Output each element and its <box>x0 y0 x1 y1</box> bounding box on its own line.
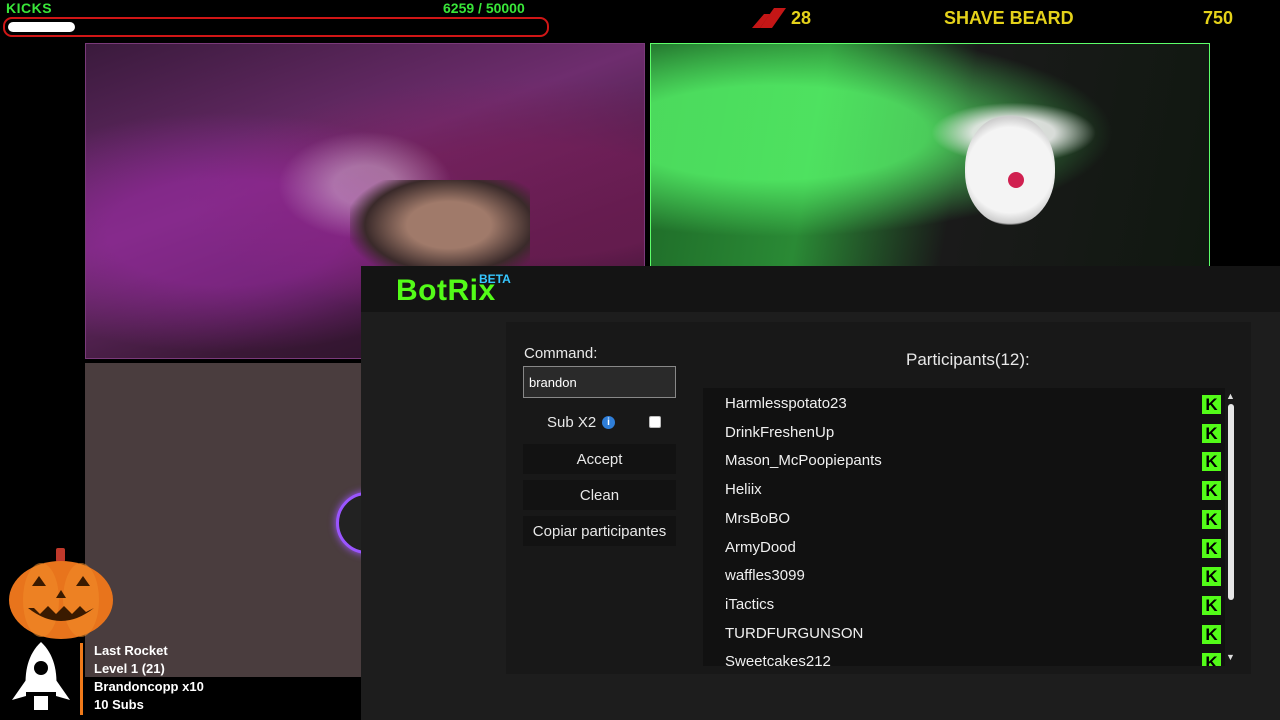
participant-name: Mason_McPoopiepants <box>725 452 882 470</box>
last-rocket-title: Last Rocket <box>94 643 168 658</box>
accept-button[interactable]: Accept <box>523 444 676 474</box>
sub-x2-label: Sub X2 <box>547 414 597 431</box>
participant-row[interactable]: waffles3099 K <box>725 562 1221 590</box>
participant-row[interactable]: ArmyDood K <box>725 534 1221 562</box>
webcam-feed-empty <box>85 363 361 677</box>
goal-target: 750 <box>1203 8 1234 28</box>
kick-logo-icon: K <box>1202 653 1221 666</box>
participant-name: waffles3099 <box>725 567 805 585</box>
participant-row[interactable]: iTactics K <box>725 591 1221 619</box>
scroll-up-arrow-icon[interactable]: ▲ <box>1226 391 1235 401</box>
participant-name: MrsBoBO <box>725 509 791 527</box>
scroll-down-arrow-icon[interactable]: ▼ <box>1226 652 1235 662</box>
kick-logo-icon: K <box>1202 567 1221 587</box>
participant-row[interactable]: Sweetcakes212 K <box>725 648 1221 666</box>
slash-icon <box>752 8 786 28</box>
rocket-subs: 10 Subs <box>94 697 144 712</box>
participant-row[interactable]: DrinkFreshenUp K <box>725 419 1221 447</box>
clean-button[interactable]: Clean <box>523 480 676 510</box>
kick-logo-icon: K <box>1202 395 1221 414</box>
participant-name: Heliix <box>725 481 762 499</box>
rocket-user: Brandoncopp x10 <box>94 679 204 694</box>
kick-logo-icon: K <box>1202 452 1221 472</box>
kicks-progress-bar <box>3 17 549 37</box>
scrollbar-thumb[interactable] <box>1228 404 1234 600</box>
kick-logo-icon: K <box>1202 538 1221 558</box>
participant-row[interactable]: TURDFURGUNSON K <box>725 620 1221 648</box>
info-icon[interactable]: i <box>602 416 615 429</box>
rocket-divider <box>80 643 83 715</box>
rocket-icon <box>12 642 70 710</box>
rocket-level: Level 1 (21) <box>94 661 165 676</box>
kick-logo-icon: K <box>1202 595 1221 615</box>
webcam-feed-clown <box>650 43 1210 267</box>
command-label: Command: <box>524 345 598 362</box>
jack-o-lantern-icon <box>9 548 113 639</box>
participants-list[interactable]: Harmlesspotato23 K DrinkFreshenUp K Mason_Mc… <box>703 388 1225 666</box>
copy-participants-button[interactable]: Copiar participantes <box>523 516 676 546</box>
participant-row[interactable]: MrsBoBO K <box>725 505 1221 533</box>
kick-logo-icon: K <box>1202 423 1221 443</box>
kick-logo-icon: K <box>1202 481 1221 501</box>
goal-count: 28 <box>791 8 812 28</box>
beta-badge: BETA <box>479 272 511 286</box>
sub-x2-checkbox[interactable] <box>649 416 661 428</box>
participant-name: TURDFURGUNSON <box>725 624 864 642</box>
participant-row[interactable]: Heliix K <box>725 476 1221 504</box>
streamer-figure <box>350 180 530 280</box>
kicks-label: KICKS <box>6 0 53 16</box>
kicks-progress-fill <box>8 22 75 32</box>
command-input[interactable] <box>523 366 676 398</box>
participant-name: iTactics <box>725 595 775 613</box>
participant-name: Sweetcakes212 <box>725 653 831 666</box>
kicks-count: 6259 / 50000 <box>443 0 525 16</box>
participant-name: DrinkFreshenUp <box>725 423 835 441</box>
clown-nose <box>1008 172 1024 188</box>
participants-title: Participants(12): <box>906 350 1030 369</box>
clown-face <box>965 115 1055 225</box>
kick-logo-icon: K <box>1202 624 1221 644</box>
participant-name: Harmlesspotato23 <box>725 395 847 412</box>
kick-logo-icon: K <box>1202 509 1221 529</box>
goal-title: SHAVE BEARD <box>944 8 1074 28</box>
participant-name: ArmyDood <box>725 538 796 556</box>
participant-row[interactable]: Mason_McPoopiepants K <box>725 447 1221 475</box>
participant-row[interactable]: Harmlesspotato23 K <box>725 390 1221 418</box>
